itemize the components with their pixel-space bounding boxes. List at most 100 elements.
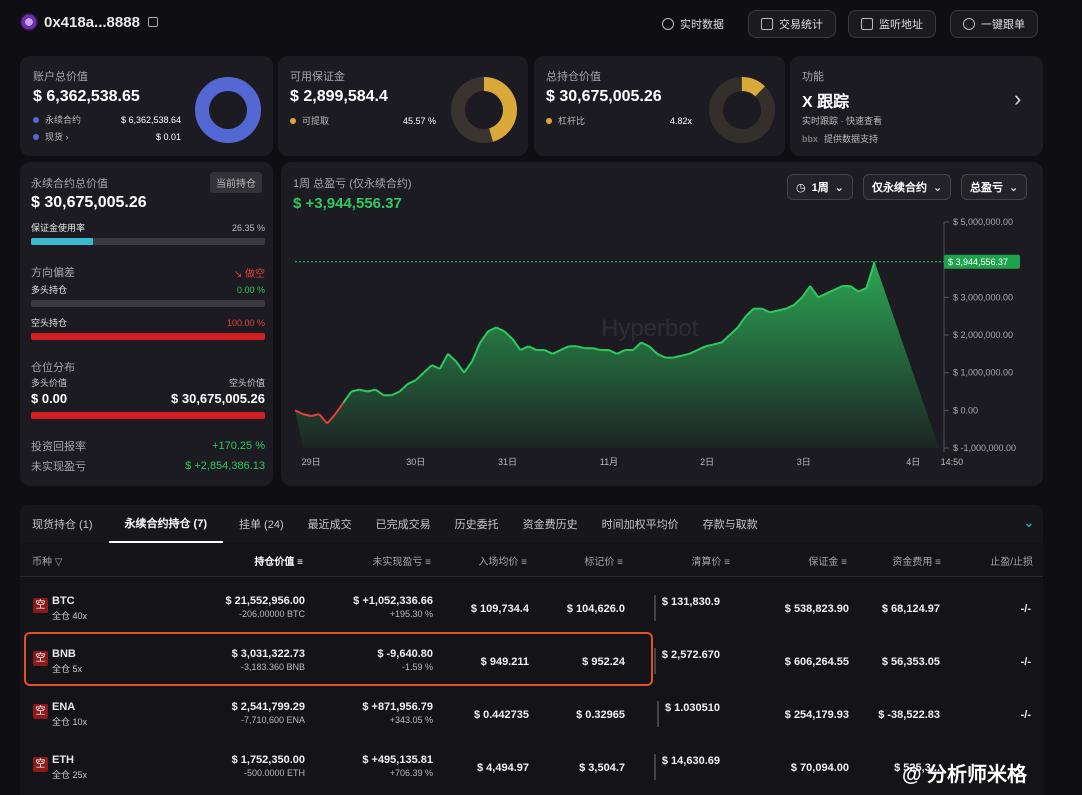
table-row[interactable]: 空 BTC 全仓 40x $ 21,552,956.00 -206.00000 BTC $… [20, 581, 1043, 634]
users-icon [963, 18, 975, 30]
filter-icon[interactable]: ▽ [55, 557, 63, 568]
highlight-box [24, 632, 653, 686]
funding-value: $ 68,124.97 [881, 603, 940, 615]
tab-8[interactable]: 存款与取款 [691, 505, 770, 543]
tpsl-value: -/- [1020, 656, 1031, 668]
chevron-right-icon[interactable]: › [1014, 86, 1021, 112]
margin-mode: 全仓 25x [52, 770, 88, 780]
chevron-down-icon: ⌄ [933, 181, 943, 194]
margin-value: $ 254,179.93 [784, 709, 849, 721]
perp-label: 永续合约 [45, 115, 82, 125]
tpsl-value: -/- [1020, 603, 1031, 615]
trade-stats-button[interactable]: 交易统计 [748, 10, 836, 38]
period-select[interactable]: ◷ 1周 ⌄ [787, 174, 853, 200]
chevron-down-icon[interactable]: ⌄ [1023, 514, 1035, 531]
short-badge: 空 [33, 598, 48, 613]
margin-donut [451, 77, 517, 143]
short-badge: 空 [33, 704, 48, 719]
tab-7[interactable]: 时间加权平均价 [590, 505, 691, 543]
wallet-address: 0x418a...8888 [20, 13, 158, 31]
short-val-label: 空头价值 [228, 378, 265, 388]
panel-title: 永续合约总价值 [31, 178, 108, 190]
x-track-title: X 跟踪 [802, 94, 850, 111]
coin-symbol[interactable]: ETH [52, 754, 87, 766]
size-value: -500.0000 ETH [243, 768, 305, 778]
feature-card[interactable]: 功能 X 跟踪 实时跟踪 · 快速查看 bbx 提供数据支持 › [790, 56, 1043, 156]
short-value: 100.00 % [226, 317, 265, 328]
long-bar [31, 300, 265, 307]
y-tick-label: $ 0.00 [953, 405, 978, 415]
leverage-label: 杠杆比 [558, 116, 586, 126]
hyperbot-watermark: Hyperbot [601, 315, 699, 342]
metric-select[interactable]: 总盈亏 ⌄ [961, 174, 1028, 200]
long-value: 0.00 % [236, 284, 265, 295]
header-liq[interactable]: 清算价 ≡ [691, 553, 730, 568]
liq-value: $ 1.030510 [664, 702, 720, 714]
coin-symbol[interactable]: ENA [52, 701, 87, 713]
tab-6[interactable]: 资金费历史 [511, 505, 590, 543]
tab-2[interactable]: 挂单 (24) [227, 505, 296, 543]
monitor-icon [861, 18, 873, 30]
spot-label[interactable]: 现货 [45, 132, 63, 142]
chevron-right-icon[interactable]: › [66, 132, 69, 142]
long-label: 多头持仓 [31, 285, 68, 295]
long-val-label: 多头价值 [31, 378, 68, 388]
coin-symbol[interactable]: BTC [52, 595, 87, 607]
holding-donut [709, 77, 775, 143]
funding-value: $ 56,353.05 [881, 656, 940, 668]
margin-card: 可用保证金 $ 2,899,584.4 可提取 45.57 % [278, 56, 528, 156]
clock-icon: ◷ [796, 181, 806, 194]
tab-4[interactable]: 已完成交易 [364, 505, 443, 543]
x-tick-label: 2日 [700, 457, 714, 467]
copy-trade-button[interactable]: 一键跟单 [950, 10, 1038, 38]
upnl_pct-value: +195.30 % [389, 609, 433, 619]
header-margin[interactable]: 保证金 ≡ [808, 553, 847, 568]
liq-value: $ 2,572.670 [661, 649, 720, 661]
tab-5[interactable]: 历史委托 [443, 505, 511, 543]
header-mark[interactable]: 标记价 ≡ [584, 553, 623, 568]
short-badge: 空 [33, 757, 48, 772]
margin-usage-label: 保证金使用率 [31, 223, 86, 233]
period-label: 1周 [811, 182, 829, 194]
copy-icon[interactable] [147, 17, 158, 27]
header: 0x418a...8888 实时数据 交易统计 监听地址 一键跟单 [0, 0, 1082, 50]
upnl_pct-value: +706.39 % [389, 768, 433, 778]
tab-0[interactable]: 现货持仓 (1) [20, 505, 105, 543]
copy-trade-label: 一键跟单 [981, 19, 1025, 31]
header-value[interactable]: 持仓价值 ≡ [254, 553, 303, 568]
margin-usage-value: 26.35 % [231, 222, 265, 233]
header-coin[interactable]: 币种 ▽ [32, 553, 62, 568]
header-upnl[interactable]: 未实现盈亏 ≡ [372, 553, 431, 568]
card-title: 功能 [802, 71, 824, 83]
realtime-label: 实时数据 [680, 19, 724, 31]
realtime-data-link[interactable]: 实时数据 [662, 10, 724, 38]
mark-value: $ 104,626.0 [566, 603, 625, 615]
y-tick-label: $ 5,000,000.00 [953, 217, 1013, 227]
header-entry[interactable]: 入场均价 ≡ [478, 553, 527, 568]
footer-watermark: @ 分析师米格 [902, 764, 1028, 786]
tab-3[interactable]: 最近成交 [296, 505, 364, 543]
scope-select[interactable]: 仅永续合约 ⌄ [863, 174, 952, 200]
withdrawable-label: 可提取 [302, 116, 330, 126]
spot-value: $ 0.01 [155, 131, 181, 142]
margin-value: $ 538,823.90 [784, 603, 849, 615]
chevron-down-icon: ⌄ [834, 181, 844, 194]
upnl-label: 未实现盈亏 [31, 461, 86, 473]
value-value: $ 21,552,956.00 [225, 595, 305, 607]
x-tick-label: 14:50 [941, 457, 964, 467]
margin-usage-bar [31, 238, 265, 245]
upnl-value: $ +871,956.79 [362, 701, 433, 713]
leverage-value: 4.82x [669, 115, 692, 126]
tpsl-value: -/- [1020, 709, 1031, 721]
funding-value: $ -38,522.83 [878, 709, 940, 721]
table-row[interactable]: 空 ENA 全仓 10x $ 2,541,799.29 -7,710,600 ENA $ … [20, 687, 1043, 740]
metric-label: 总盈亏 [970, 182, 1003, 194]
short-bar [31, 333, 265, 340]
watch-address-button[interactable]: 监听地址 [848, 10, 936, 38]
tab-1[interactable]: 永续合约持仓 (7) [108, 505, 223, 543]
perp-summary-panel: 永续合约总价值 当前持仓 $ 30,675,005.26 保证金使用率 26.35… [20, 162, 273, 486]
watch-label: 监听地址 [879, 19, 923, 31]
header-funding[interactable]: 资金费用 ≡ [892, 553, 941, 568]
table-row[interactable]: 空 ETH 全仓 25x $ 1,752,350.00 -500.0000 ETH $ +… [20, 740, 1043, 793]
margin-value: $ 606,264.55 [784, 656, 849, 668]
